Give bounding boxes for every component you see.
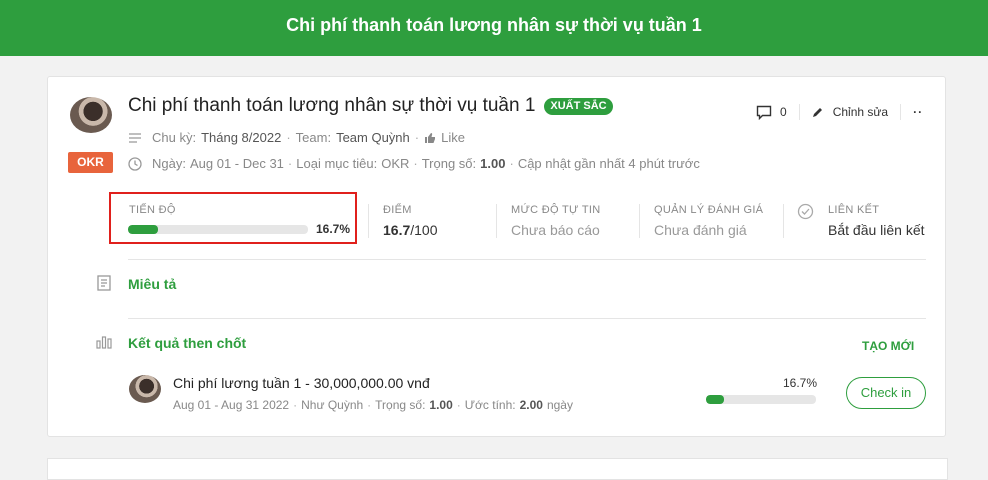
- objective-title[interactable]: Chi phí thanh toán lương nhân sự thời vụ…: [128, 95, 535, 117]
- owner-avatar[interactable]: [70, 97, 112, 133]
- kr-progress-bar: [706, 395, 816, 404]
- create-key-result-button[interactable]: TẠO MỚI: [862, 339, 914, 353]
- confidence-value[interactable]: Chưa báo cáo: [511, 222, 600, 238]
- objective-title-row: Chi phí thanh toán lương nhân sự thời vụ…: [128, 95, 613, 117]
- like-label: Like: [441, 130, 465, 145]
- list-icon: [129, 132, 141, 143]
- key-results-title: Kết quả then chốt: [128, 335, 247, 351]
- progress-bar: [128, 225, 308, 234]
- confidence-label: MỨC ĐỘ TỰ TIN: [511, 204, 601, 216]
- kr-estimate-label: Ước tính:: [464, 398, 516, 412]
- team-value[interactable]: Team Quỳnh: [336, 130, 410, 145]
- progress-label: TIẾN ĐỘ: [129, 204, 176, 216]
- progress-highlight-box: [109, 192, 357, 244]
- divider: [900, 104, 902, 120]
- goal-type-value: OKR: [381, 156, 410, 171]
- dot-separator: ·: [293, 398, 298, 412]
- divider: [798, 104, 800, 120]
- score-value: 16.7: [383, 222, 411, 238]
- weight-label: Trọng số:: [421, 156, 477, 171]
- more-menu-button[interactable]: ··: [913, 105, 923, 119]
- thumbs-up-icon: [425, 132, 436, 143]
- date-value: Aug 01 - Dec 31: [189, 156, 284, 171]
- like-button[interactable]: Like: [424, 130, 465, 145]
- dot-separator: ·: [456, 398, 461, 412]
- description-title[interactable]: Miêu tả: [128, 276, 176, 292]
- link-label: LIÊN KẾT: [828, 204, 880, 216]
- link-value[interactable]: Bắt đầu liên kết: [828, 222, 925, 238]
- check-circle-icon: [797, 203, 814, 220]
- page-header-title: Chi phí thanh toán lương nhân sự thời vụ…: [286, 15, 702, 35]
- edit-label: Chỉnh sửa: [832, 105, 889, 119]
- goal-type-label: Loại mục tiêu:: [296, 156, 378, 171]
- progress-bar-fill: [128, 225, 159, 234]
- dot-separator: ·: [413, 156, 418, 171]
- comment-count: 0: [780, 105, 787, 119]
- objective-actions: 0 Chỉnh sửa ··: [756, 104, 923, 120]
- document-icon: [97, 275, 111, 291]
- score-label: ĐIỂM: [383, 204, 412, 216]
- cycle-label: Chu kỳ:: [152, 130, 197, 145]
- divider: [368, 204, 369, 238]
- divider: [496, 204, 497, 238]
- updated-text: Cập nhật gần nhất 4 phút trước: [517, 156, 700, 171]
- page-header: Chi phí thanh toán lương nhân sự thời vụ…: [0, 0, 988, 56]
- weight-value: 1.00: [480, 156, 506, 171]
- dot-separator: ·: [414, 130, 420, 145]
- progress-percent: 16.7%: [316, 222, 351, 236]
- objective-meta-dates: Ngày: Aug 01 - Dec 31 · Loại mục tiêu: O…: [128, 156, 700, 171]
- kr-progress-percent: 16.7%: [783, 376, 818, 390]
- okr-type-badge: OKR: [68, 152, 113, 173]
- kr-weight: 1.00: [429, 398, 453, 412]
- status-badge: XUẤT SẮC: [544, 97, 613, 115]
- clock-icon: [128, 156, 142, 171]
- score-total: /100: [410, 222, 438, 238]
- score-value-group: 16.7/100: [383, 222, 438, 238]
- dot-separator: ·: [367, 398, 372, 412]
- date-label: Ngày:: [152, 156, 186, 171]
- kr-title[interactable]: Chi phí lương tuần 1 - 30,000,000.00 vnđ: [173, 375, 430, 391]
- kr-owner: Như Quỳnh: [301, 398, 364, 412]
- divider: [639, 204, 640, 238]
- divider: [128, 318, 926, 319]
- team-label: Team:: [295, 130, 332, 145]
- divider: [783, 204, 784, 238]
- kr-estimate: 2.00: [519, 398, 543, 412]
- dot-separator: ·: [509, 156, 514, 171]
- comment-icon: [756, 105, 772, 120]
- kr-estimate-unit: ngày: [546, 398, 573, 412]
- bar-chart-icon: [96, 336, 112, 349]
- review-value[interactable]: Chưa đánh giá: [654, 222, 747, 238]
- next-card: [47, 458, 948, 480]
- check-in-button[interactable]: Check in: [846, 377, 926, 409]
- objective-card: OKR Chi phí thanh toán lương nhân sự thờ…: [47, 76, 946, 437]
- kr-date: Aug 01 - Aug 31 2022: [173, 398, 290, 412]
- kr-weight-label: Trọng số:: [375, 398, 426, 412]
- dot-separator: ·: [286, 130, 291, 145]
- comment-button[interactable]: 0: [756, 105, 787, 120]
- review-label: QUẢN LÝ ĐÁNH GIÁ: [654, 204, 764, 216]
- cycle-value[interactable]: Tháng 8/2022: [201, 130, 281, 145]
- objective-meta-cycle: Chu kỳ: Tháng 8/2022 · Team: Team Quỳnh …: [128, 130, 465, 145]
- dot-separator: ·: [287, 156, 293, 171]
- edit-button[interactable]: Chỉnh sửa: [812, 105, 888, 119]
- kr-progress-bar-fill: [706, 395, 725, 404]
- kr-owner-avatar[interactable]: [129, 375, 161, 403]
- divider: [128, 259, 926, 260]
- pencil-icon: [812, 108, 822, 117]
- kr-meta: Aug 01 - Aug 31 2022 · Như Quỳnh · Trọng…: [173, 398, 573, 412]
